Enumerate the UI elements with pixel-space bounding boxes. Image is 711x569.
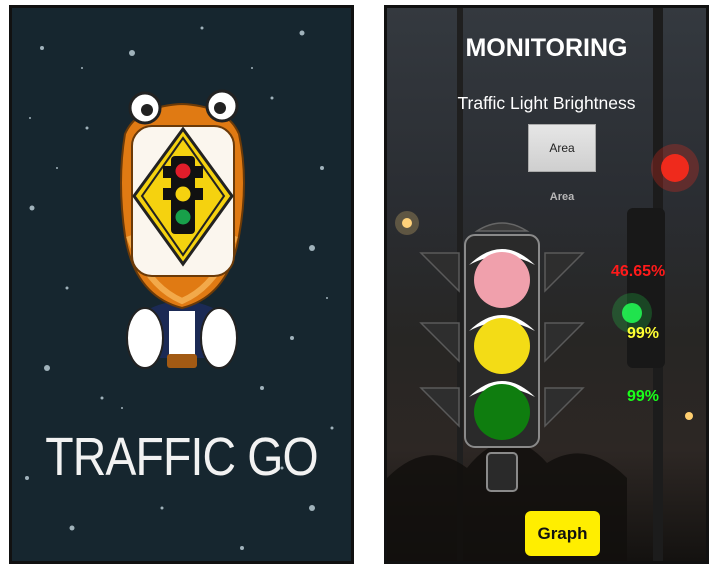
red-brightness-value: 46.65% bbox=[611, 263, 666, 280]
app-title: TRAFFIC GO bbox=[45, 427, 318, 487]
yellow-lamp bbox=[474, 318, 530, 374]
green-lamp bbox=[474, 384, 530, 440]
tiger-traffic-light-mascot-icon bbox=[120, 89, 245, 369]
splash-screen: TRAFFIC GO bbox=[9, 5, 354, 564]
yellow-brightness-value: 99% bbox=[627, 325, 660, 342]
red-lamp bbox=[474, 252, 530, 308]
page-title: MONITORING bbox=[465, 34, 628, 62]
monitoring-screen: MONITORING Traffic Light Brightness Area… bbox=[384, 5, 709, 564]
page-subtitle: Traffic Light Brightness bbox=[457, 93, 636, 113]
traffic-light-icon bbox=[419, 222, 585, 492]
green-brightness-value: 99% bbox=[627, 388, 660, 405]
graph-button[interactable]: Graph bbox=[525, 511, 600, 556]
area-value: Area bbox=[549, 191, 575, 203]
area-button-label: Area bbox=[549, 141, 575, 155]
area-button[interactable]: Area bbox=[528, 124, 596, 172]
